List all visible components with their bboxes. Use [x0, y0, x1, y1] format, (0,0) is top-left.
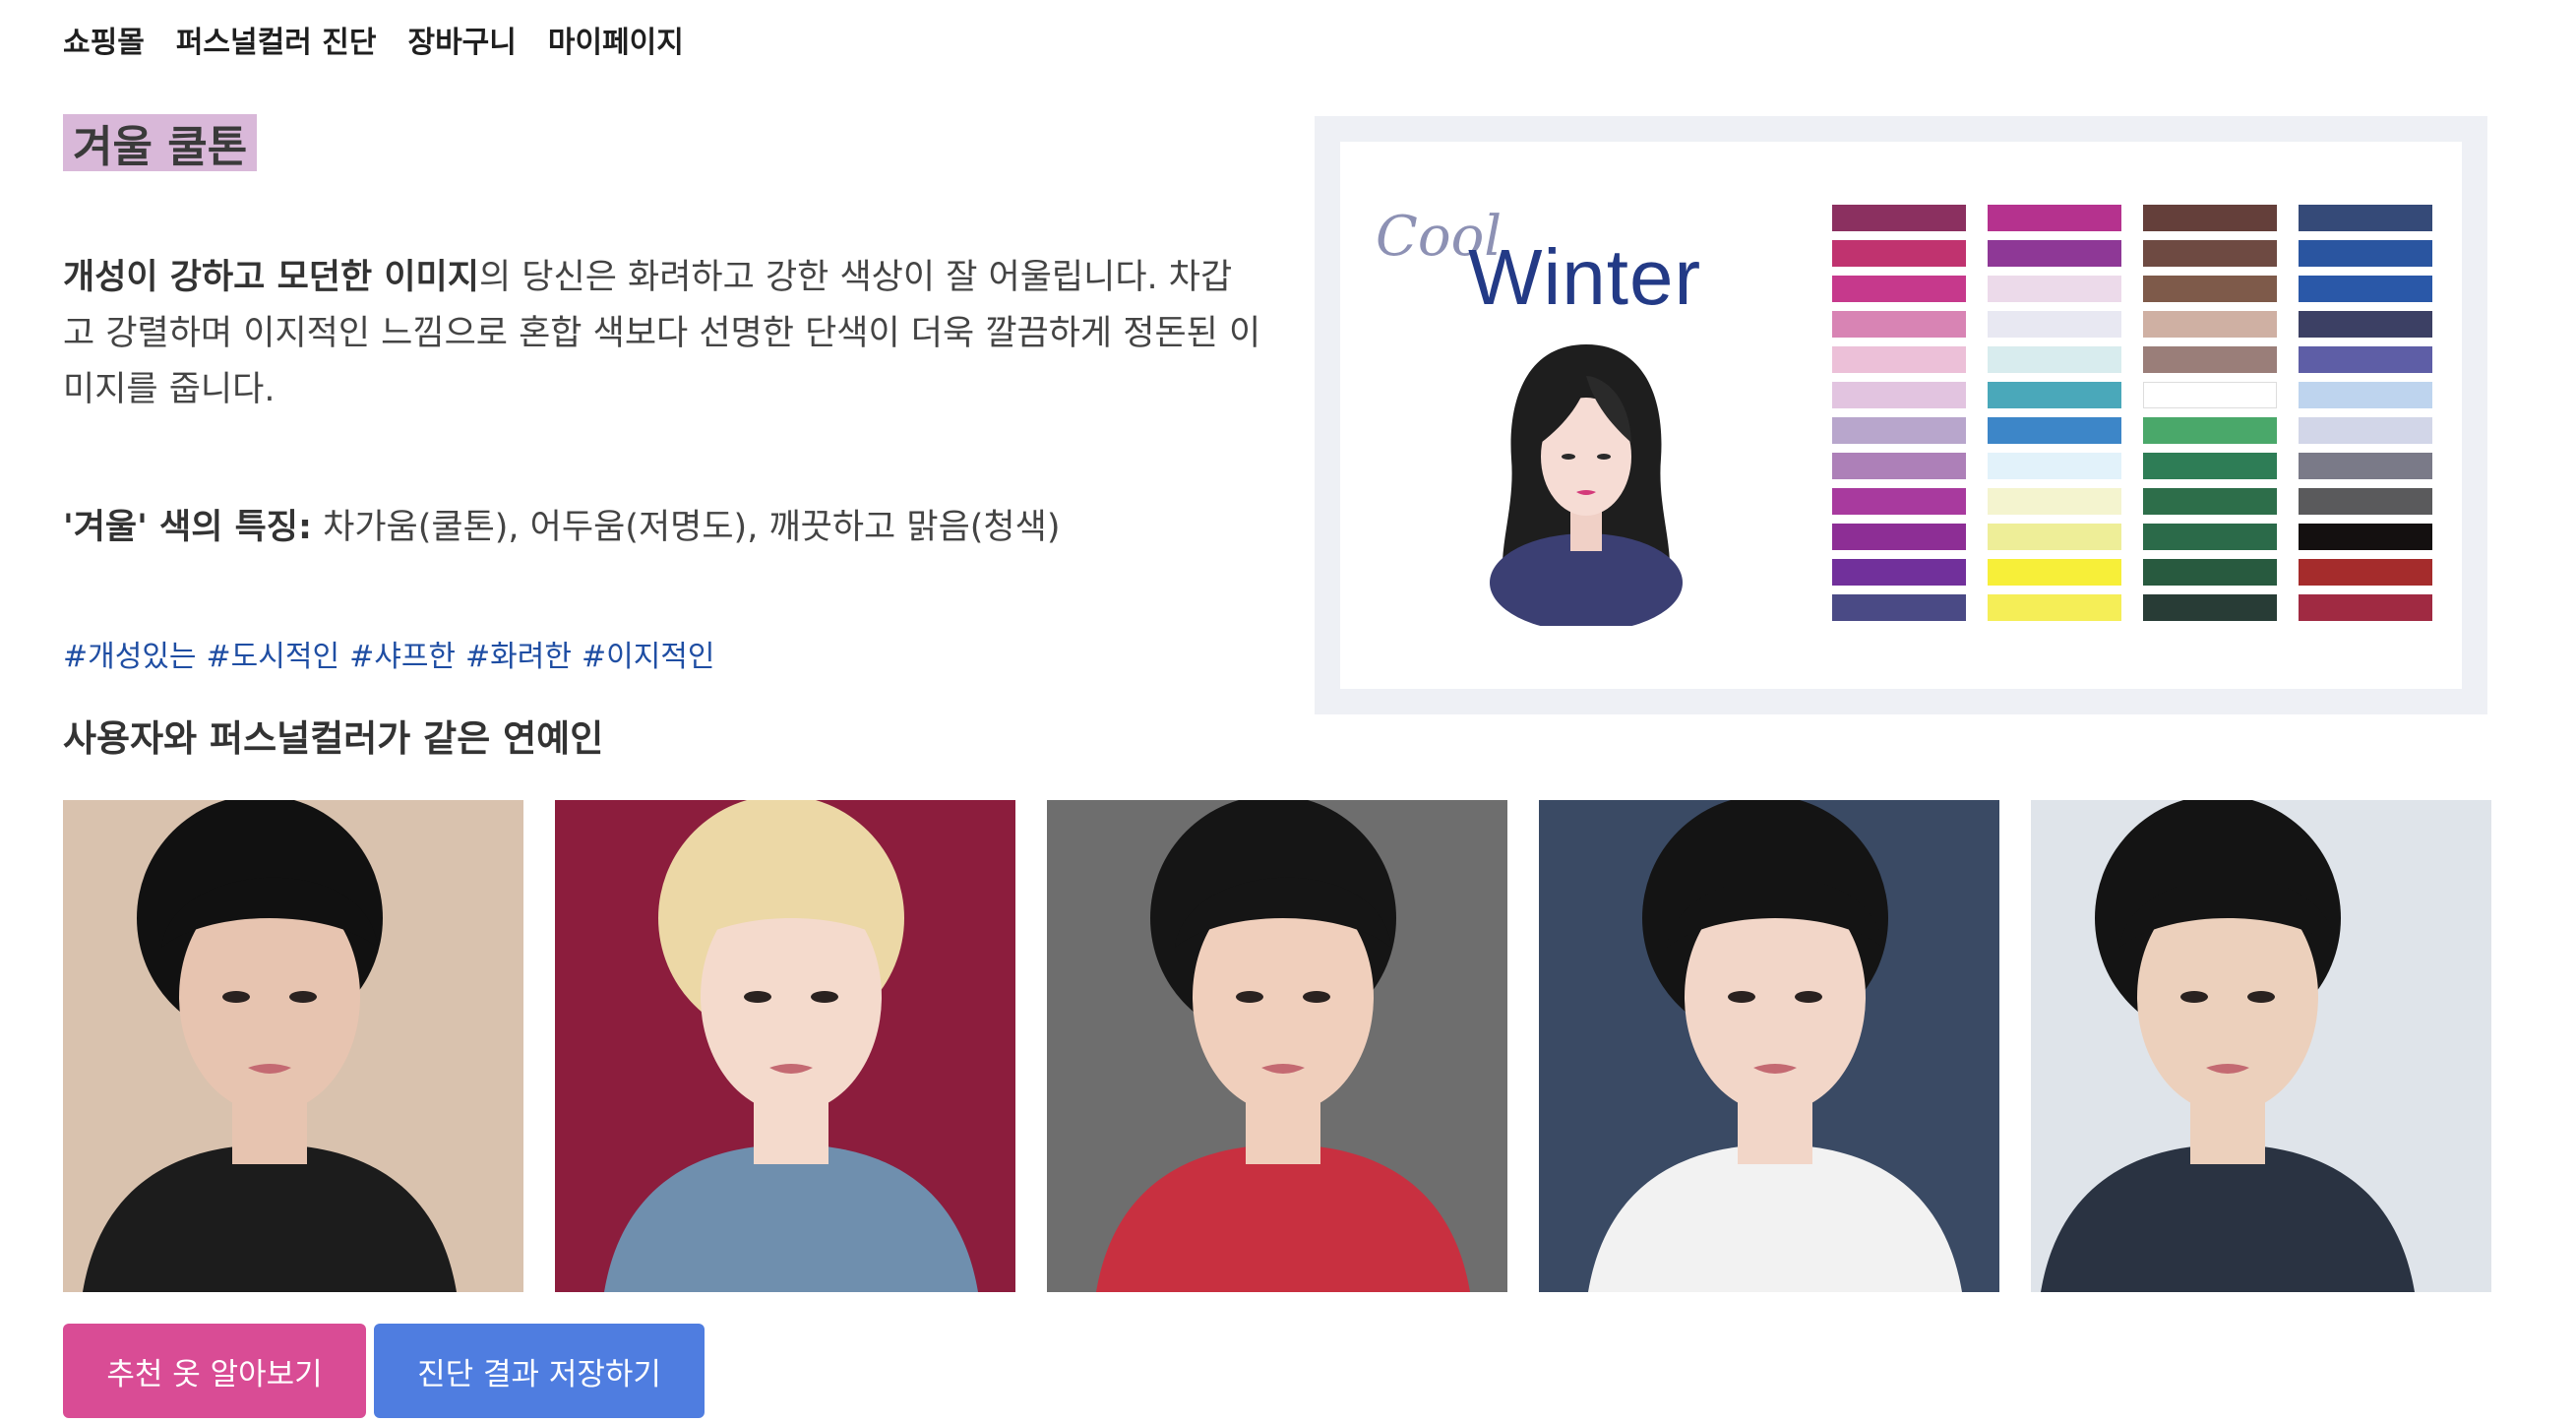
feature-label: '겨울' 색의 특징: — [63, 508, 312, 547]
swatch-column — [2143, 205, 2277, 621]
color-swatch — [1832, 417, 1966, 444]
color-swatch — [1988, 382, 2121, 408]
color-swatch — [1832, 594, 1966, 621]
color-swatch — [1988, 205, 2121, 231]
color-swatch — [2299, 205, 2432, 231]
celebrity-photo — [555, 800, 1015, 1292]
color-swatch — [1988, 559, 2121, 586]
color-swatch — [1988, 488, 2121, 515]
swatch-column — [1832, 205, 1966, 621]
nav-shopping-mall[interactable]: 쇼핑몰 — [63, 22, 145, 65]
color-swatch — [2299, 311, 2432, 338]
celebrity-section-title: 사용자와 퍼스널컬러가 같은 연예인 — [63, 717, 604, 760]
swatch-column — [2299, 205, 2432, 621]
result-description: 개성이 강하고 모던한 이미지의 당신은 화려하고 강한 색상이 잘 어울립니다… — [63, 250, 1263, 418]
color-swatch — [2143, 559, 2277, 586]
color-swatch — [1988, 276, 2121, 302]
color-swatch — [2143, 311, 2277, 338]
color-swatch — [1832, 559, 1966, 586]
hashtag: #샤프한 — [349, 640, 457, 674]
description-bold: 개성이 강하고 모던한 이미지 — [63, 258, 479, 297]
color-swatch — [2299, 453, 2432, 479]
palette-image: Cool Winter — [1340, 142, 2462, 689]
person-portrait-icon — [2031, 800, 2491, 1292]
color-swatch — [2143, 524, 2277, 550]
color-swatch-grid — [1832, 205, 2432, 621]
result-title-badge: 겨울 쿨톤 — [63, 114, 258, 172]
color-swatch — [2143, 205, 2277, 231]
color-swatch — [2299, 417, 2432, 444]
winter-features: '겨울' 색의 특징: 차가움(쿨톤), 어두움(저명도), 깨끗하고 맑음(청… — [63, 500, 1060, 555]
celebrity-photo — [1539, 800, 1999, 1292]
color-swatch — [1988, 594, 2121, 621]
color-swatch — [1832, 346, 1966, 373]
color-swatch — [2143, 240, 2277, 267]
palette-winter-text: Winter — [1468, 233, 1702, 321]
person-portrait-icon — [555, 800, 1015, 1292]
color-swatch — [2299, 559, 2432, 586]
color-swatch — [2299, 240, 2432, 267]
person-portrait-icon — [1539, 800, 1999, 1292]
color-swatch — [1832, 276, 1966, 302]
color-swatch — [2299, 382, 2432, 408]
hashtag-list: #개성있는 #도시적인 #샤프한 #화려한 #이지적인 — [63, 636, 715, 679]
celebrity-photo-row — [63, 800, 2491, 1292]
person-portrait-icon — [1047, 800, 1507, 1292]
color-swatch — [1832, 205, 1966, 231]
color-swatch — [1832, 453, 1966, 479]
color-swatch — [1988, 240, 2121, 267]
color-swatch — [1832, 524, 1966, 550]
recommend-clothes-button[interactable]: 추천 옷 알아보기 — [63, 1324, 366, 1418]
hashtag: #도시적인 — [206, 640, 340, 674]
color-swatch — [2143, 346, 2277, 373]
color-swatch — [2143, 417, 2277, 444]
color-swatch — [2299, 594, 2432, 621]
nav-personal-color-diagnosis[interactable]: 퍼스널컬러 진단 — [176, 22, 377, 65]
hashtag: #화려한 — [465, 640, 572, 674]
winter-palette-card: Cool Winter — [1315, 116, 2487, 714]
color-swatch — [2143, 488, 2277, 515]
color-swatch — [2299, 346, 2432, 373]
color-swatch — [2299, 276, 2432, 302]
color-swatch — [2299, 524, 2432, 550]
hashtag: #이지적인 — [581, 640, 715, 674]
color-swatch — [1832, 240, 1966, 267]
color-swatch — [1832, 311, 1966, 338]
color-swatch — [1988, 311, 2121, 338]
swatch-column — [1988, 205, 2121, 621]
color-swatch — [1988, 453, 2121, 479]
color-swatch — [1832, 382, 1966, 408]
color-swatch — [1988, 524, 2121, 550]
top-nav: 쇼핑몰 퍼스널컬러 진단 장바구니 마이페이지 — [63, 22, 684, 65]
celebrity-photo — [2031, 800, 2491, 1292]
save-result-button[interactable]: 진단 결과 저장하기 — [374, 1324, 705, 1418]
color-swatch — [2143, 276, 2277, 302]
color-swatch — [2143, 453, 2277, 479]
color-swatch — [2143, 382, 2277, 408]
result-title: 겨울 쿨톤 — [73, 122, 248, 172]
hashtag: #개성있는 — [63, 640, 197, 674]
color-swatch — [1988, 417, 2121, 444]
feature-text: 차가움(쿨톤), 어두움(저명도), 깨끗하고 맑음(청색) — [312, 508, 1061, 547]
celebrity-photo — [1047, 800, 1507, 1292]
color-swatch — [2299, 488, 2432, 515]
color-swatch — [1832, 488, 1966, 515]
woman-illustration-icon — [1490, 344, 1683, 626]
color-swatch — [2143, 594, 2277, 621]
nav-cart[interactable]: 장바구니 — [407, 22, 516, 65]
person-portrait-icon — [63, 800, 523, 1292]
celebrity-photo — [63, 800, 523, 1292]
nav-my-page[interactable]: 마이페이지 — [548, 22, 684, 65]
color-swatch — [1988, 346, 2121, 373]
